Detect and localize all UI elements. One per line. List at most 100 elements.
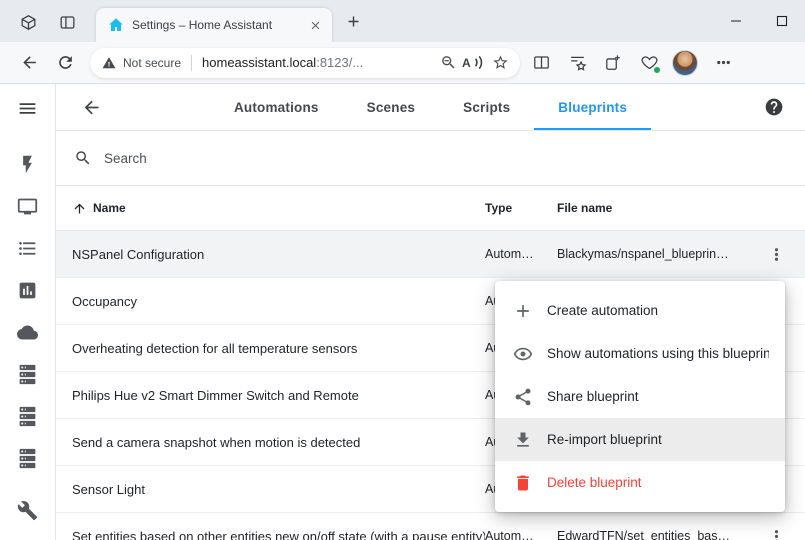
new-tab-button[interactable] — [342, 10, 364, 32]
server-icon — [17, 448, 38, 469]
row-overflow-menu-button[interactable] — [758, 236, 794, 272]
share-icon — [513, 387, 533, 407]
tab-close-button[interactable] — [306, 16, 324, 34]
address-bar[interactable]: Not secure homeassistant.local:8123/... … — [90, 48, 520, 78]
maximize-button[interactable] — [759, 0, 805, 42]
favorites-hub-button[interactable] — [562, 48, 592, 78]
tab-scripts[interactable]: Scripts — [439, 84, 534, 130]
sidebar-item-logbook[interactable] — [8, 236, 48, 260]
back-button[interactable] — [14, 48, 44, 78]
wrench-icon — [17, 500, 38, 521]
tab-strip: Settings – Home Assistant — [0, 0, 805, 42]
sidebar-item-server-2[interactable] — [8, 404, 48, 428]
refresh-button[interactable] — [50, 48, 80, 78]
menu-item-delete-blueprint[interactable]: Delete blueprint — [495, 461, 785, 504]
plus-icon — [513, 301, 533, 321]
name-header-label: Name — [93, 201, 126, 215]
file-header[interactable]: File name — [557, 201, 747, 215]
sound-waves-icon — [472, 54, 486, 71]
blueprint-context-menu: Create automation Show automations using… — [495, 281, 785, 512]
maximize-icon — [776, 15, 788, 27]
search-bar[interactable] — [56, 131, 805, 185]
table-header: Name Type File name — [56, 185, 805, 231]
tab-scenes[interactable]: Scenes — [343, 84, 439, 130]
sidebar-item-energy[interactable] — [8, 152, 48, 176]
row-name: NSPanel Configuration — [56, 247, 485, 262]
ha-sidebar — [0, 84, 56, 540]
sidebar-item-media[interactable] — [8, 194, 48, 218]
name-header[interactable]: Name — [56, 201, 485, 216]
menu-item-label: Share blueprint — [547, 389, 639, 404]
row-overflow-menu-button[interactable] — [758, 518, 794, 540]
help-button[interactable] — [761, 94, 787, 120]
minimize-button[interactable] — [713, 0, 759, 42]
table-row-set-entities[interactable]: Set entities based on other entities new… — [56, 513, 805, 540]
media-display-icon — [17, 196, 38, 217]
row-name: Sensor Light — [56, 482, 485, 497]
menu-item-label: Show automations using this blueprint — [547, 346, 769, 361]
sidebar-item-cloud[interactable] — [8, 320, 48, 344]
minimize-icon — [730, 15, 742, 27]
sort-ascending-icon — [72, 201, 87, 216]
sidebar-item-server-1[interactable] — [8, 362, 48, 386]
profile-avatar[interactable] — [672, 50, 698, 76]
row-file: EdwardTFN/set_entities_bas… — [557, 529, 747, 540]
browser-essentials-button[interactable] — [634, 48, 664, 78]
plus-icon — [345, 13, 362, 30]
collections-icon — [604, 53, 623, 72]
split-screen-icon — [532, 53, 551, 72]
zoom-icon — [440, 54, 457, 71]
browser-tab[interactable]: Settings – Home Assistant — [96, 8, 332, 42]
menu-item-create-automation[interactable]: Create automation — [495, 289, 785, 332]
menu-item-share-blueprint[interactable]: Share blueprint — [495, 375, 785, 418]
trash-icon — [513, 473, 533, 493]
row-name: Overheating detection for all temperatur… — [56, 341, 485, 356]
zoom-button[interactable] — [436, 51, 460, 75]
tab-automations[interactable]: Automations — [210, 84, 343, 130]
back-arrow-icon — [20, 53, 39, 72]
browser-toolbar: Not secure homeassistant.local:8123/... … — [0, 42, 805, 84]
table-row-nspanel-configuration[interactable]: NSPanel Configuration Autom… Blackymas/n… — [56, 231, 805, 278]
type-header[interactable]: Type — [485, 201, 557, 215]
workspaces-icon — [19, 13, 38, 32]
tab-blueprints[interactable]: Blueprints — [534, 84, 651, 130]
row-file: Blackymas/nspanel_blueprin… — [557, 247, 747, 261]
tab-actions-button[interactable] — [54, 9, 80, 35]
cloud-icon — [17, 322, 38, 343]
sidebar-item-history[interactable] — [8, 278, 48, 302]
workspaces-button[interactable] — [15, 9, 41, 35]
download-icon — [513, 430, 533, 450]
sidebar-item-developer-tools[interactable] — [8, 498, 48, 522]
url-path: :8123/... — [316, 55, 363, 70]
essentials-status-dot — [653, 66, 661, 74]
row-type: Autom… — [485, 529, 557, 540]
search-input[interactable] — [104, 151, 781, 166]
url-host: homeassistant.local — [202, 55, 316, 70]
star-icon — [492, 54, 509, 71]
menu-item-label: Re-import blueprint — [547, 432, 662, 447]
sidebar-nav — [8, 152, 48, 470]
site-info-button[interactable]: Not secure — [102, 56, 181, 70]
split-screen-button[interactable] — [526, 48, 556, 78]
collections-button[interactable] — [598, 48, 628, 78]
sidebar-item-server-3[interactable] — [8, 446, 48, 470]
home-assistant-favicon — [108, 17, 124, 33]
menu-item-reimport-blueprint[interactable]: Re-import blueprint — [495, 418, 785, 461]
read-aloud-button[interactable]: A — [462, 51, 486, 75]
browser-menu-button[interactable] — [708, 48, 738, 78]
chart-box-icon — [17, 280, 38, 301]
back-arrow-icon — [81, 97, 102, 118]
sidebar-menu-button[interactable] — [8, 87, 48, 130]
window-controls — [713, 0, 805, 42]
ha-back-button[interactable] — [76, 92, 106, 122]
url-text[interactable]: homeassistant.local:8123/... — [202, 55, 434, 70]
ha-header: Automations Scenes Scripts Blueprints — [56, 84, 805, 131]
tab-actions-icon — [58, 13, 77, 32]
search-icon — [74, 149, 92, 167]
dots-vertical-icon — [767, 527, 786, 540]
menu-item-show-automations[interactable]: Show automations using this blueprint — [495, 332, 785, 375]
browser-window: Settings – Home Assistant — [0, 0, 805, 540]
hamburger-menu-icon — [17, 98, 38, 119]
row-name: Set entities based on other entities new… — [56, 529, 485, 540]
favorite-button[interactable] — [488, 51, 512, 75]
